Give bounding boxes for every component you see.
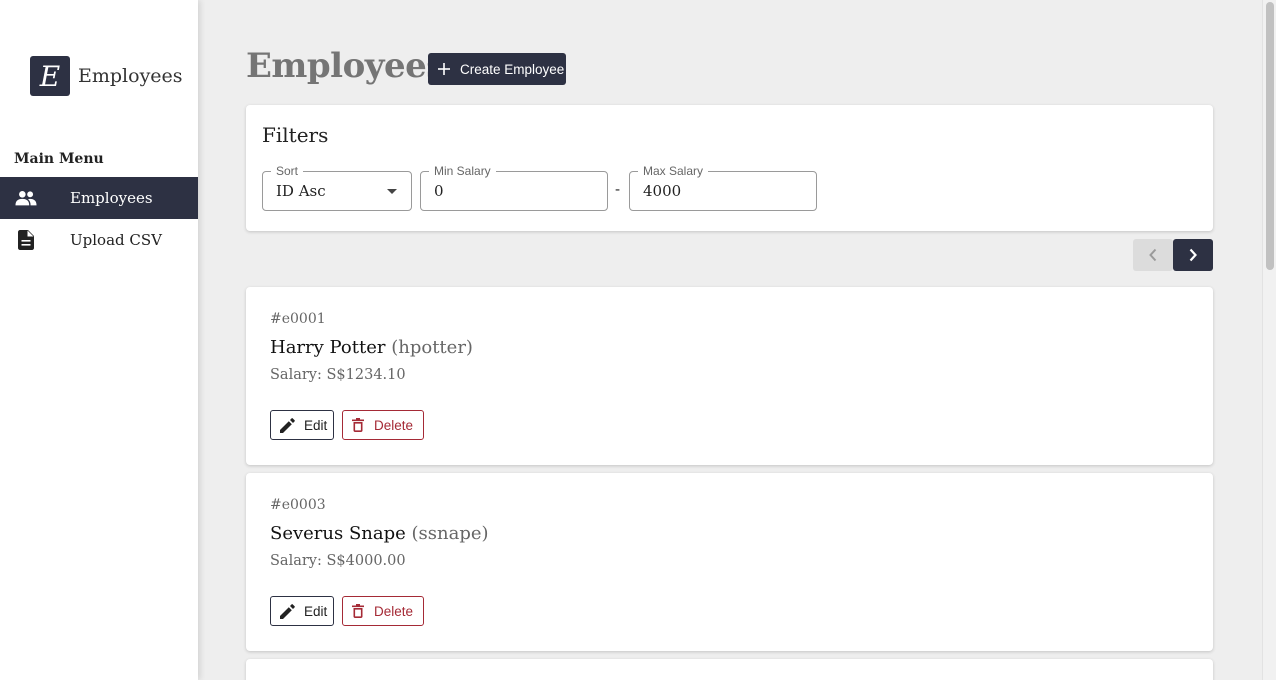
max-salary-input[interactable]: Max Salary 4000 — [629, 164, 817, 211]
sidebar-item-label: Employees — [70, 189, 153, 207]
employee-salary: Salary: S$4000.00 — [270, 553, 406, 569]
delete-button[interactable]: Delete — [342, 596, 424, 626]
filters-title: Filters — [262, 123, 329, 147]
sidebar-item-upload-csv[interactable]: Upload CSV — [0, 219, 198, 261]
pencil-icon — [280, 603, 295, 619]
range-separator: - — [615, 180, 621, 198]
employee-username: (hpotter) — [391, 337, 473, 358]
employee-name: Harry Potter — [270, 337, 386, 358]
employee-id: #e0001 — [270, 311, 326, 327]
min-salary-input[interactable]: Min Salary 0 — [420, 164, 608, 211]
sort-label: Sort — [271, 164, 304, 178]
delete-button[interactable]: Delete — [342, 410, 424, 440]
brand-name: Employees — [78, 65, 183, 87]
edit-label: Edit — [304, 603, 328, 619]
sidebar-item-employees[interactable]: Employees — [0, 177, 198, 219]
chevron-right-icon — [1189, 248, 1197, 262]
scrollbar-thumb[interactable] — [1266, 2, 1274, 270]
vertical-scrollbar[interactable] — [1262, 0, 1276, 680]
employee-username: (ssnape) — [411, 523, 489, 544]
next-page-button[interactable] — [1173, 239, 1213, 271]
min-salary-value: 0 — [434, 182, 444, 200]
employee-card: #e0001 Harry Potter (hpotter) Salary: S$… — [246, 287, 1213, 465]
max-salary-label: Max Salary — [638, 164, 709, 178]
min-salary-label: Min Salary — [429, 164, 496, 178]
employee-name-line: Harry Potter (hpotter) — [270, 337, 473, 358]
trash-icon — [352, 604, 364, 618]
filters-card: Filters Sort ID Asc Min Salary 0 - Max S… — [246, 105, 1213, 231]
pencil-icon — [280, 417, 295, 433]
employee-name: Severus Snape — [270, 523, 406, 544]
brand-logo: E — [30, 56, 70, 96]
sidebar-item-label: Upload CSV — [70, 231, 162, 249]
create-employee-label: Create Employee — [460, 61, 565, 77]
max-salary-value: 4000 — [643, 182, 682, 200]
previous-page-button[interactable] — [1133, 239, 1173, 271]
employee-card: #e0003 Severus Snape (ssnape) Salary: S$… — [246, 473, 1213, 651]
brand[interactable]: E Employees — [30, 56, 183, 96]
sidebar: E Employees Main Menu Employees Upload C… — [0, 0, 198, 680]
document-icon — [15, 230, 37, 250]
employee-salary: Salary: S$1234.10 — [270, 367, 406, 383]
plus-icon — [438, 63, 450, 75]
employee-name-line: Severus Snape (ssnape) — [270, 523, 489, 544]
chevron-down-icon — [387, 189, 397, 194]
brand-logo-letter: E — [39, 59, 61, 93]
edit-button[interactable]: Edit — [270, 596, 334, 626]
edit-label: Edit — [304, 417, 328, 433]
chevron-left-icon — [1149, 248, 1157, 262]
sort-select[interactable]: Sort ID Asc — [262, 164, 412, 211]
menu-heading: Main Menu — [14, 151, 104, 167]
employee-id: #e0003 — [270, 497, 326, 513]
edit-button[interactable]: Edit — [270, 410, 334, 440]
sort-value: ID Asc — [276, 182, 326, 200]
delete-label: Delete — [374, 417, 414, 433]
page-title: Employees — [246, 46, 445, 86]
people-icon — [15, 188, 37, 208]
create-employee-button[interactable]: Create Employee — [428, 53, 566, 85]
trash-icon — [352, 418, 364, 432]
delete-label: Delete — [374, 603, 414, 619]
employee-card-partial — [246, 659, 1213, 680]
